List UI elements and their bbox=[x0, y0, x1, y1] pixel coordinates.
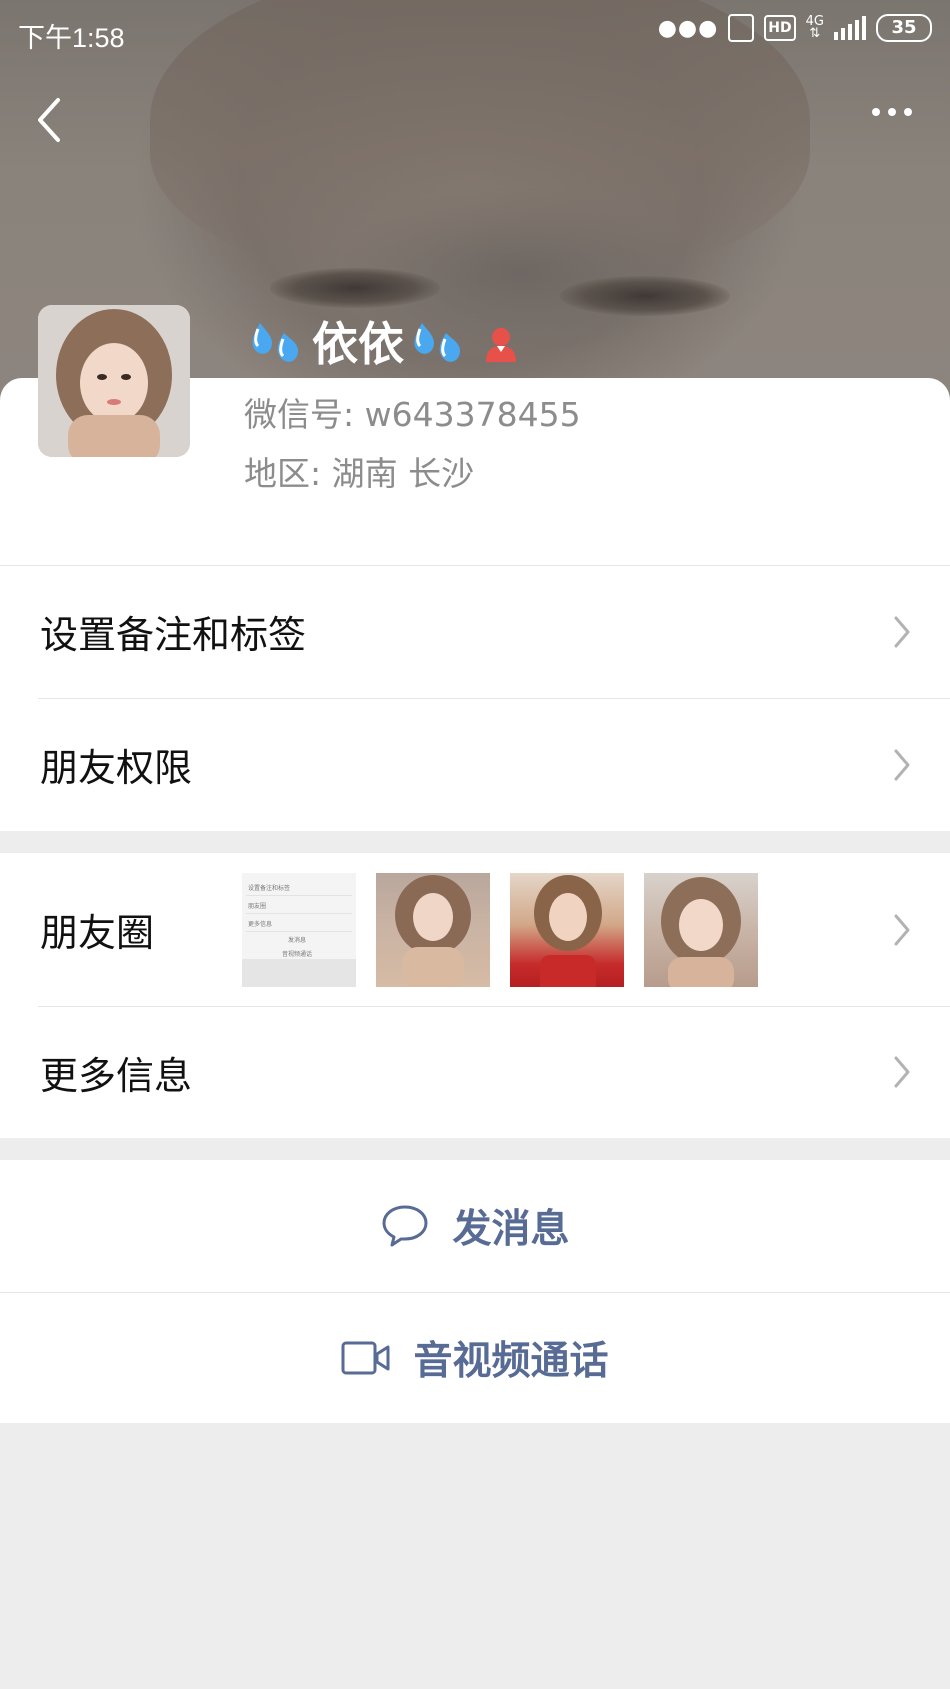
battery-icon: 35 bbox=[876, 14, 932, 42]
more-notifications-icon: ●●● bbox=[657, 15, 719, 41]
row-moments[interactable]: 朋友圈 设置备注和标签 朋友圈 更多信息 发消息 音视频通话 bbox=[0, 853, 950, 1006]
moments-thumbnails: 设置备注和标签 朋友圈 更多信息 发消息 音视频通话 bbox=[242, 873, 758, 987]
moments-thumbnail: 设置备注和标签 朋友圈 更多信息 发消息 音视频通话 bbox=[242, 873, 356, 987]
chat-bubble-icon bbox=[382, 1205, 428, 1247]
send-message-button[interactable]: 发消息 bbox=[0, 1160, 950, 1292]
nfc-icon bbox=[728, 14, 755, 42]
chevron-right-icon bbox=[892, 614, 912, 650]
moments-thumbnail bbox=[644, 873, 758, 987]
nickname: 依依 bbox=[246, 308, 520, 374]
row-label: 朋友圈 bbox=[40, 911, 155, 955]
moments-thumbnail bbox=[510, 873, 624, 987]
cover-photo-eye bbox=[560, 276, 730, 316]
status-bar: 下午1:58 ●●● HD 4G ⇅ 35 bbox=[0, 0, 950, 64]
back-button[interactable] bbox=[30, 92, 70, 148]
hd-voice-icon: HD bbox=[764, 15, 796, 41]
settings-group: 设置备注和标签 朋友权限 bbox=[0, 565, 950, 831]
sweat-droplets-emoji bbox=[246, 315, 308, 367]
moments-thumbnail bbox=[376, 873, 490, 987]
chevron-right-icon bbox=[892, 747, 912, 783]
av-call-button[interactable]: 音视频通话 bbox=[0, 1293, 950, 1423]
avatar[interactable] bbox=[38, 305, 190, 457]
row-more-info[interactable]: 更多信息 bbox=[0, 1006, 950, 1138]
info-group: 朋友圈 设置备注和标签 朋友圈 更多信息 发消息 音视频通话 更多信息 bbox=[0, 853, 950, 1138]
chevron-right-icon bbox=[892, 1054, 912, 1090]
network-type-icon: 4G ⇅ bbox=[805, 14, 824, 41]
nickname-text: 依依 bbox=[312, 317, 404, 371]
signal-icon bbox=[834, 16, 866, 40]
status-icons: ●●● HD 4G ⇅ 35 bbox=[658, 14, 932, 42]
sweat-droplets-emoji bbox=[408, 315, 470, 367]
region: 地区: 湖南 长沙 bbox=[244, 454, 475, 493]
av-call-label: 音视频通话 bbox=[413, 1339, 609, 1384]
more-button[interactable] bbox=[872, 108, 912, 116]
row-remark-tags[interactable]: 设置备注和标签 bbox=[0, 565, 950, 698]
chevron-right-icon bbox=[892, 912, 912, 948]
row-label: 朋友权限 bbox=[40, 746, 193, 790]
chevron-left-icon bbox=[38, 98, 60, 142]
row-friend-permissions[interactable]: 朋友权限 bbox=[0, 698, 950, 831]
send-message-label: 发消息 bbox=[452, 1207, 570, 1252]
video-camera-icon bbox=[341, 1341, 390, 1375]
row-label: 更多信息 bbox=[40, 1053, 193, 1098]
status-time: 下午1:58 bbox=[18, 23, 125, 53]
female-icon bbox=[482, 321, 520, 362]
more-dots-icon bbox=[872, 108, 880, 116]
cover-photo-eye bbox=[270, 268, 440, 308]
wechat-id: 微信号: w643378455 bbox=[244, 395, 581, 434]
row-label: 设置备注和标签 bbox=[40, 613, 307, 657]
